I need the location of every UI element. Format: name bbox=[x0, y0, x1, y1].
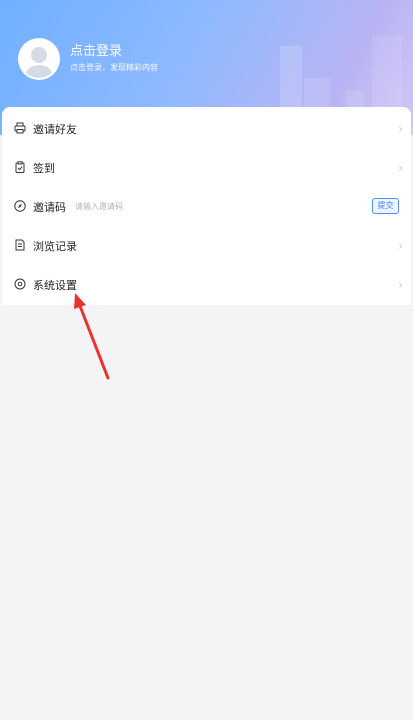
red-arrow-annotation bbox=[74, 293, 110, 380]
